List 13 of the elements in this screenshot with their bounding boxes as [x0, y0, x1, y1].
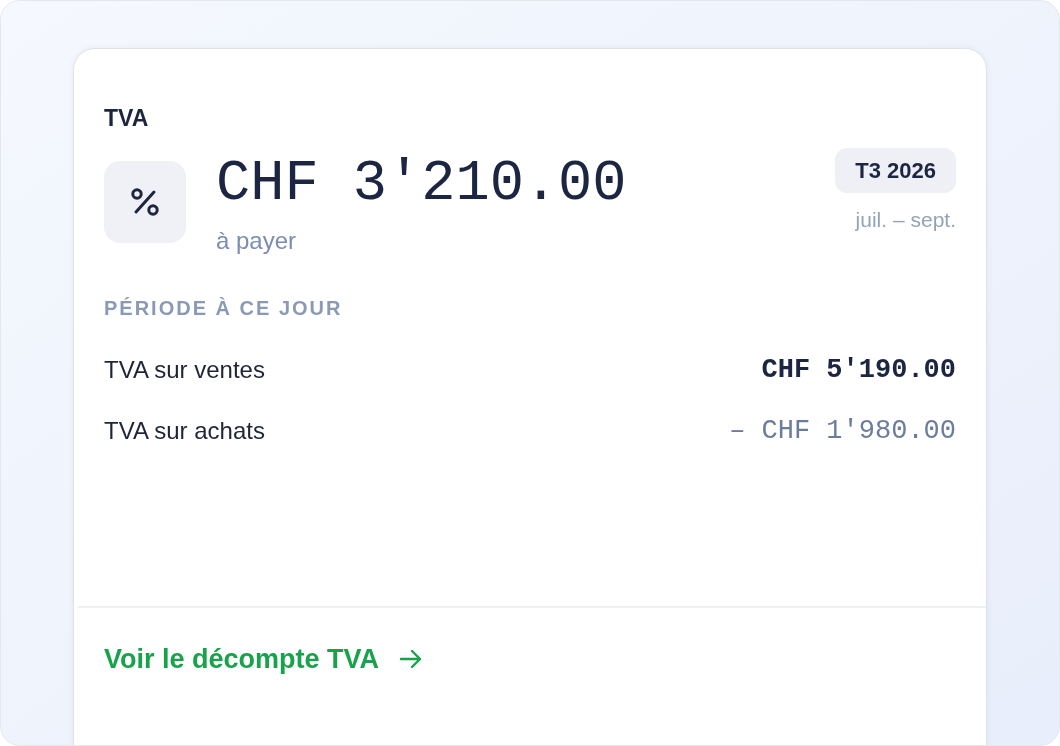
- section-heading: PÉRIODE À CE JOUR: [104, 296, 344, 320]
- row-value: CHF 5'190.00: [761, 355, 956, 385]
- row-label: TVA sur achats: [104, 416, 265, 446]
- period-badge: T3 2026: [835, 148, 956, 193]
- amount-caption: à payer: [216, 227, 298, 255]
- percent-icon: [104, 161, 186, 243]
- view-statement-link[interactable]: Voir le décompte TVA: [104, 643, 424, 675]
- period-range: juil. – sept.: [855, 208, 956, 232]
- arrow-right-icon: [399, 648, 424, 670]
- card-title: TVA: [104, 105, 150, 131]
- row-value: – CHF 1'980.00: [729, 416, 956, 446]
- amount-due: CHF 3'210.00: [216, 156, 627, 213]
- row-label: TVA sur ventes: [104, 355, 265, 385]
